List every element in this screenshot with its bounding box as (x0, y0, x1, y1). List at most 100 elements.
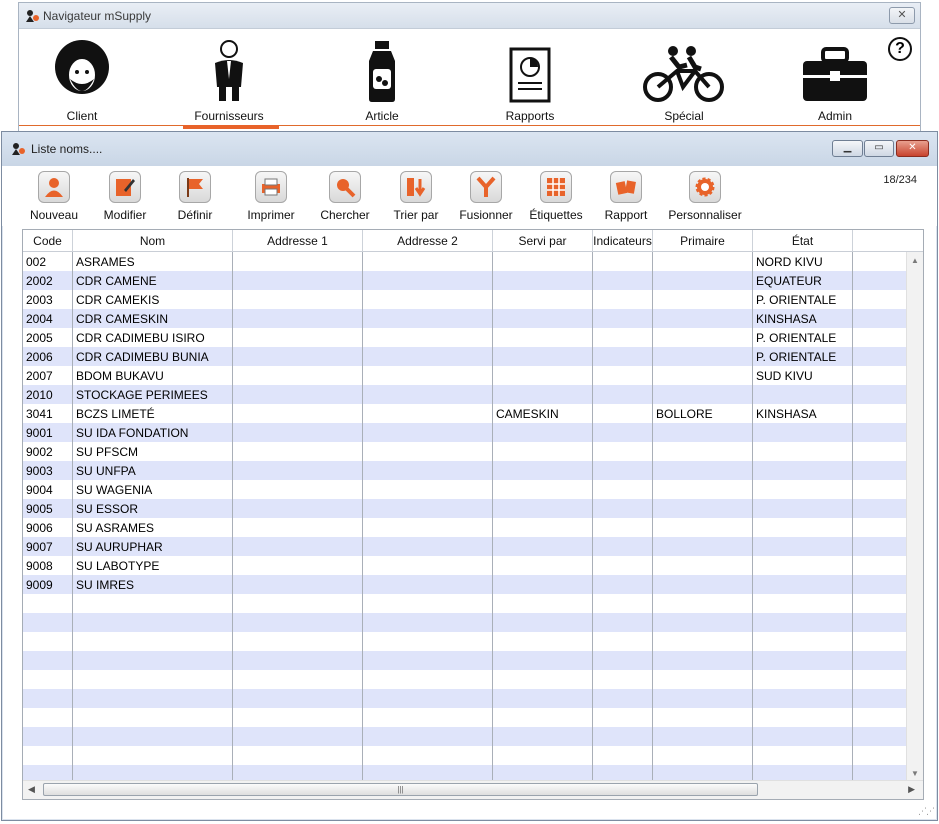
table-row[interactable]: 2003 CDR CAMEKIS P. ORIENTALE (23, 290, 907, 309)
nav-item-label: Spécial (664, 109, 704, 123)
cell-etat (753, 442, 853, 461)
table-row[interactable]: 9004 SU WAGENIA (23, 480, 907, 499)
labels-button[interactable]: Étiquettes (518, 171, 594, 222)
cell-addr1 (233, 423, 363, 442)
nav-item-fournisseurs[interactable]: Fournisseurs (174, 37, 284, 123)
define-button[interactable]: Définir (157, 171, 233, 222)
scroll-up-icon[interactable]: ▲ (911, 256, 919, 265)
cell-servi (493, 461, 593, 480)
scroll-left-icon[interactable]: ◀ (28, 784, 35, 795)
navigator-titlebar: Navigateur mSupply ✕ (19, 3, 920, 29)
column-header-addresse-1[interactable]: Addresse 1 (233, 230, 363, 252)
cell-prim (653, 271, 753, 290)
column-header-addresse-2[interactable]: Addresse 2 (363, 230, 493, 252)
vertical-scrollbar[interactable]: ▲ ▼ (906, 252, 923, 782)
nav-item-special[interactable]: Spécial (629, 37, 739, 123)
edit-button[interactable]: Modifier (87, 171, 163, 222)
scroll-right-icon[interactable]: ▶ (908, 784, 915, 795)
cell-etat: KINSHASA (756, 407, 817, 421)
column-header-nom[interactable]: Nom (73, 230, 233, 252)
msupply-app-icon (11, 142, 27, 159)
resize-grip-icon[interactable]: ⋰⋰ (918, 806, 935, 817)
empty-row (23, 708, 907, 727)
table-row[interactable]: 2010 STOCKAGE PERIMEES (23, 385, 907, 404)
print-icon (255, 171, 287, 203)
new-button[interactable]: Nouveau (16, 171, 92, 222)
table-row[interactable]: 002 ASRAMES NORD KIVU (23, 252, 907, 271)
toolbar-label: Nouveau (29, 208, 79, 222)
cell-nom: CDR CAMENE (76, 274, 157, 288)
cell-servi (493, 347, 593, 366)
cell-ind (593, 518, 653, 537)
table-row[interactable]: 3041 BCZS LIMETÉ CAMESKIN BOLLORE KINSHASA (23, 404, 907, 423)
help-button[interactable]: ? (888, 37, 912, 61)
column-divider (492, 252, 493, 782)
cell-nom: SU AURUPHAR (76, 540, 163, 554)
table-row[interactable]: 2006 CDR CADIMEBU BUNIA P. ORIENTALE (23, 347, 907, 366)
cell-addr1 (233, 252, 363, 271)
table-row[interactable]: 2002 CDR CAMENE EQUATEUR (23, 271, 907, 290)
cell-ind (593, 423, 653, 442)
nav-selected-indicator (183, 125, 279, 129)
table-row[interactable]: 2005 CDR CADIMEBU ISIRO P. ORIENTALE (23, 328, 907, 347)
cell-addr1 (233, 575, 363, 594)
cell-code: 9007 (26, 540, 53, 554)
search-button[interactable]: Chercher (307, 171, 383, 222)
nav-item-admin[interactable]: Admin (780, 37, 890, 123)
cell-code: 9001 (26, 426, 53, 440)
sort-button[interactable]: Trier par (378, 171, 454, 222)
cell-ind (593, 575, 653, 594)
table-row[interactable]: 9007 SU AURUPHAR (23, 537, 907, 556)
cell-etat: EQUATEUR (756, 274, 822, 288)
cell-addr1 (233, 328, 363, 347)
column-header-code[interactable]: Code (23, 230, 73, 252)
table-row[interactable]: 9005 SU ESSOR (23, 499, 907, 518)
merge-button[interactable]: Fusionner (448, 171, 524, 222)
table-row[interactable]: 9006 SU ASRAMES (23, 518, 907, 537)
customize-button[interactable]: Personnaliser (667, 171, 743, 222)
close-button[interactable]: ✕ (896, 140, 929, 157)
cell-servi (493, 423, 593, 442)
cell-nom: BCZS LIMETÉ (76, 407, 155, 421)
cell-servi (493, 309, 593, 328)
cell-servi (493, 366, 593, 385)
minimize-button[interactable]: ▁ (832, 140, 863, 157)
maximize-button[interactable]: ▭ (864, 140, 894, 157)
table-row[interactable]: 9003 SU UNFPA (23, 461, 907, 480)
column-header-indicateurs[interactable]: Indicateurs (593, 230, 653, 252)
table-row[interactable]: 9009 SU IMRES (23, 575, 907, 594)
print-button[interactable]: Imprimer (233, 171, 309, 222)
table-row[interactable]: 9001 SU IDA FONDATION (23, 423, 907, 442)
cell-ind (593, 252, 653, 271)
client-icon (27, 37, 137, 103)
question-icon: ? (895, 40, 905, 57)
scroll-down-icon[interactable]: ▼ (911, 769, 919, 778)
table-row[interactable]: 2007 BDOM BUKAVU SUD KIVU (23, 366, 907, 385)
horizontal-scrollbar[interactable]: ◀ ||| ▶ (23, 780, 923, 799)
toolbar-label: Personnaliser (668, 208, 742, 222)
toolbar-label: Étiquettes (529, 208, 583, 222)
cell-ind (593, 404, 653, 423)
column-divider (852, 252, 853, 782)
table-body: 002 ASRAMES NORD KIVU 2002 CDR CAMENE EQUATEU… (23, 252, 907, 784)
empty-row (23, 594, 907, 613)
table-row[interactable]: 2004 CDR CAMESKIN KINSHASA (23, 309, 907, 328)
column-header-primaire[interactable]: Primaire (653, 230, 753, 252)
column-header-etat[interactable]: État (753, 230, 853, 252)
nav-item-client[interactable]: Client (27, 37, 137, 123)
nav-item-rapports[interactable]: Rapports (475, 37, 585, 123)
cell-ind (593, 461, 653, 480)
column-header-servi-par[interactable]: Servi par (493, 230, 593, 252)
minimize-icon: ▁ (843, 142, 852, 153)
report-button[interactable]: Rapport (588, 171, 664, 222)
horizontal-scroll-thumb[interactable]: ||| (43, 783, 758, 796)
table-row[interactable]: 9008 SU LABOTYPE (23, 556, 907, 575)
names-table[interactable]: Code Nom Addresse 1 Addresse 2 Servi par… (22, 229, 924, 800)
navigator-close-button[interactable]: ✕ (889, 7, 915, 24)
cell-nom: CDR CAMESKIN (76, 312, 169, 326)
navigator-bar: Client Fournisseurs Article Rapports Spé… (19, 29, 920, 136)
cell-prim (653, 537, 753, 556)
table-row[interactable]: 9002 SU PFSCM (23, 442, 907, 461)
cell-etat: KINSHASA (756, 312, 817, 326)
nav-item-article[interactable]: Article (327, 37, 437, 123)
